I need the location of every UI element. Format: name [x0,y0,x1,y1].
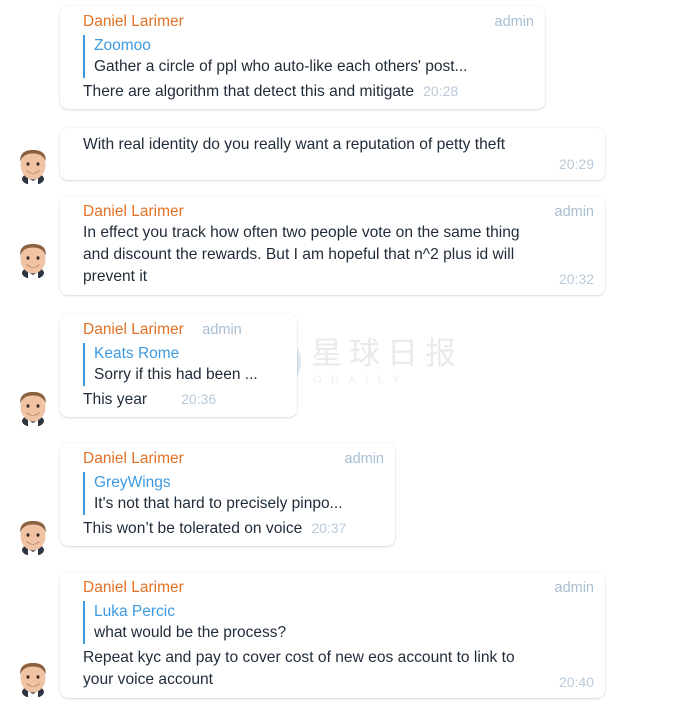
message-bubble[interactable]: Daniel Larimer admin Zoomoo Gather a cir… [60,6,545,109]
message-text: There are algorithm that detect this and… [83,83,415,100]
reply-author-name: Zoomoo [94,37,151,54]
watermark-english-text: ODAILY [313,373,410,386]
message-body: There are algorithm that detect this and… [83,81,534,103]
message-bubble[interactable]: With real identity do you really want a … [60,128,605,180]
message-timestamp: 20:40 [558,674,594,690]
message-body: This won’t be tolerated on voice 20:37 [83,518,384,540]
message-timestamp: 20:28 [423,83,459,99]
avatar[interactable] [12,513,54,555]
message-body: With real identity do you really want a … [83,134,594,156]
admin-badge: admin [554,580,595,596]
reply-quote[interactable]: GreyWings It's not that hard to precisel… [83,472,384,515]
message-body: This year 20:36 [83,389,286,411]
admin-badge: admin [554,204,595,220]
reply-quote[interactable]: Luka Percic what would be the process? [83,601,594,644]
avatar[interactable] [12,655,54,697]
message-text-line: and discount the rewards. But I am hopef… [83,246,515,263]
admin-badge: admin [494,14,535,30]
message-sender-name[interactable]: Daniel Larimer [83,449,184,469]
reply-quote[interactable]: Keats Rome Sorry if this had been ... [83,343,286,386]
admin-badge: admin [202,322,242,338]
message-bubble[interactable]: Daniel Larimer admin In effect you track… [60,196,605,295]
message-bubble[interactable]: Daniel Larimer admin GreyWings It's not … [60,443,395,546]
message-text: This year [83,391,148,408]
message-timestamp: 20:37 [311,520,347,536]
message-timestamp: 20:36 [181,391,217,407]
message-text: This won’t be tolerated on voice [83,520,303,537]
reply-quote-text: what would be the process? [94,624,287,641]
message-timestamp: 20:32 [558,271,594,287]
admin-badge: admin [344,451,385,467]
reply-quote-text: Sorry if this had been ... [94,366,258,383]
message-timestamp: 20:29 [558,156,594,172]
message-sender-name[interactable]: Daniel Larimer [83,12,184,32]
message-sender-name[interactable]: Daniel Larimer [83,202,184,222]
message-sender-name[interactable]: Daniel Larimer [83,320,184,340]
message-text-line: prevent it [83,268,148,285]
message-text-line: In effect you track how often two people… [83,224,520,241]
reply-quote-text: It's not that hard to precisely pinpo... [94,495,343,512]
reply-quote[interactable]: Zoomoo Gather a circle of ppl who auto-l… [83,35,534,78]
message-sender-name[interactable]: Daniel Larimer [83,578,184,598]
watermark-chinese-text: 星球日报 [311,335,463,372]
reply-quote-text: Gather a circle of ppl who auto-like eac… [94,58,468,75]
avatar[interactable] [12,236,54,278]
message-bubble[interactable]: Daniel Larimer admin Luka Percic what wo… [60,572,605,698]
reply-author-name: GreyWings [94,474,171,491]
reply-author-name: Keats Rome [94,345,180,362]
message-text: With real identity do you really want a … [83,136,506,153]
message-bubble[interactable]: Daniel Larimer admin Keats Rome Sorry if… [60,314,297,417]
message-body: In effect you track how often two people… [83,222,594,288]
message-body: Repeat kyc and pay to cover cost of new … [83,647,594,691]
reply-author-name: Luka Percic [94,603,175,620]
message-text-line: Repeat kyc and pay to cover cost of new … [83,649,515,666]
message-text-line: your voice account [83,671,214,688]
avatar[interactable] [12,142,54,184]
watermark-text: 星球日报 ODAILY [311,335,463,386]
avatar[interactable] [12,384,54,426]
chat-message-list[interactable]: 星球日报 ODAILY Daniel Larimer admin Zoomoo … [0,0,689,717]
